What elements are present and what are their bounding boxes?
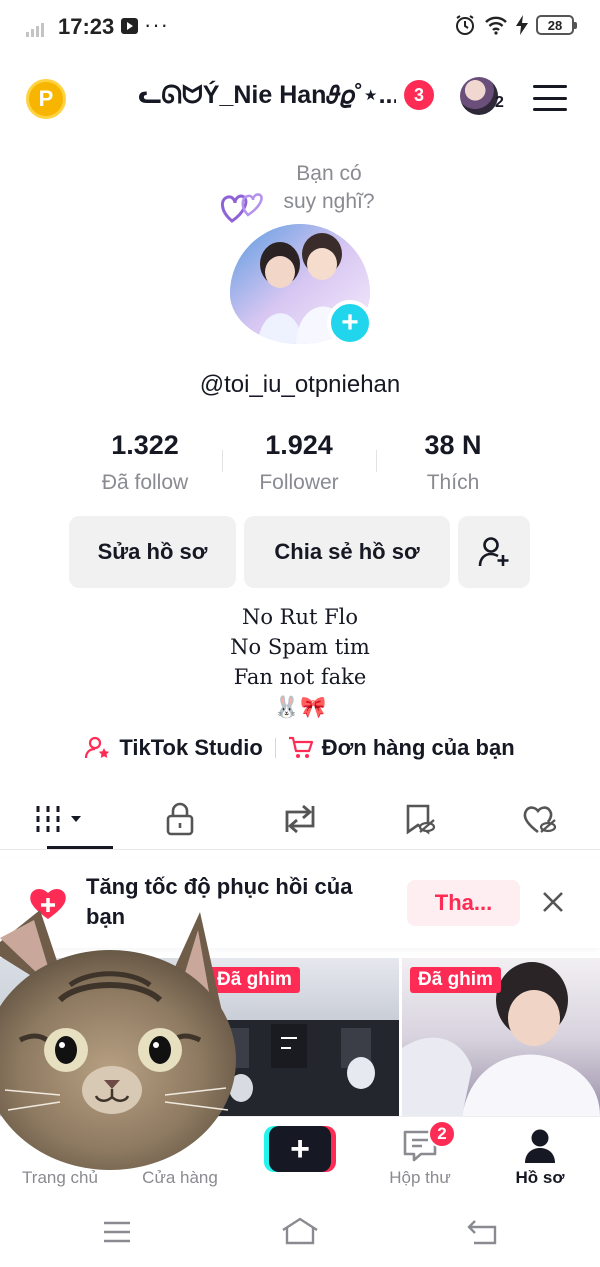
stat-value: 38 N	[424, 430, 482, 460]
tiktok-studio-label: TikTok Studio	[119, 735, 263, 760]
youtube-icon	[121, 18, 138, 34]
nav-inbox[interactable]: Hộp thư	[360, 1117, 480, 1201]
tab-videos[interactable]	[0, 788, 120, 849]
stat-value: 1.322	[111, 430, 179, 460]
stat-label: Follower	[259, 471, 339, 494]
alarm-icon	[456, 15, 474, 35]
wifi-icon	[485, 16, 507, 35]
bookmark-hidden-icon	[406, 804, 436, 834]
menu-icon[interactable]	[533, 85, 567, 111]
stat-label: Đã follow	[101, 471, 189, 494]
battery-level: 28	[547, 17, 563, 33]
account-switcher[interactable]: ᓚᘏᗢÝ_Nie Han𝜗𝜚˚⋆... 3	[138, 80, 434, 110]
recent-apps-icon[interactable]	[102, 1220, 132, 1244]
status-time: 17:23	[58, 14, 115, 39]
tab-liked[interactable]	[480, 788, 600, 849]
profile-stats: 1.322 Đã follow 1.924 Follower 38 N Thíc…	[68, 430, 532, 495]
cart-icon	[288, 736, 313, 758]
home-icon[interactable]	[280, 1216, 320, 1246]
profile-links: TikTok Studio Đơn hàng của bạn	[0, 735, 600, 761]
tab-reposts[interactable]	[240, 788, 360, 849]
stat-followers[interactable]: 1.924 Follower	[222, 430, 376, 495]
thought-bubble[interactable]: Bạn có suy nghĩ?	[274, 158, 384, 218]
stat-value: 1.924	[265, 430, 333, 460]
tab-favorites[interactable]	[360, 788, 480, 849]
coin-label: P	[38, 86, 54, 111]
lock-icon	[166, 802, 194, 835]
orders-label: Đơn hàng của bạn	[321, 735, 515, 760]
account-count: 2	[495, 94, 504, 111]
bio-line: Fan not fake	[233, 665, 367, 689]
status-overflow: ···	[144, 12, 169, 37]
heart-hidden-icon	[523, 805, 557, 833]
create-button[interactable]: +	[264, 1126, 336, 1172]
cat-sticker[interactable]	[0, 890, 236, 1180]
repost-icon	[285, 804, 315, 833]
signal-icon	[26, 23, 44, 37]
plus-icon: +	[341, 306, 359, 339]
bio-line: 🐰🎀	[273, 695, 327, 719]
share-profile-button[interactable]: Chia sẻ hồ sơ	[244, 516, 450, 588]
plus-icon: +	[269, 1126, 331, 1172]
username[interactable]: ᓚᘏᗢÝ_Nie Han𝜗𝜚˚⋆...	[138, 80, 396, 110]
profile-icon	[525, 1129, 555, 1163]
tab-private[interactable]	[120, 788, 240, 849]
profile-actions: Sửa hồ sơ Chia sẻ hồ sơ	[69, 516, 530, 588]
battery-icon: 28	[536, 15, 577, 35]
orders-link[interactable]: Đơn hàng của bạn	[276, 735, 527, 761]
stat-label: Thích	[426, 471, 480, 494]
stat-likes[interactable]: 38 N Thích	[376, 430, 530, 495]
profile-handle: @toi_iu_otpniehan	[199, 371, 401, 398]
coin-icon[interactable]: P	[26, 79, 66, 119]
close-icon[interactable]	[540, 889, 566, 915]
nav-inbox-label: Hộp thư	[389, 1168, 451, 1187]
video-thumbnail[interactable]: Đã ghim	[402, 958, 600, 1116]
nav-profile[interactable]: Hồ sơ	[480, 1117, 600, 1201]
account-avatar[interactable]	[460, 77, 498, 115]
content-tabs	[0, 788, 600, 850]
add-story-button[interactable]: +	[327, 300, 373, 346]
bio-line: No Rut Flo	[241, 605, 359, 629]
heart-doodle-icon	[221, 193, 263, 223]
notification-badge: 3	[404, 80, 434, 110]
tiktok-studio-link[interactable]: TikTok Studio	[73, 735, 274, 761]
inbox-badge: 2	[428, 1120, 456, 1148]
edit-profile-button[interactable]: Sửa hồ sơ	[69, 516, 236, 588]
add-friend-button[interactable]	[458, 516, 530, 588]
nav-profile-label: Hồ sơ	[515, 1168, 565, 1187]
bio-line: No Spam tim	[230, 635, 370, 659]
back-icon[interactable]	[466, 1218, 498, 1246]
grid-icon	[36, 805, 81, 832]
charging-icon	[516, 15, 528, 35]
stat-following[interactable]: 1.322 Đã follow	[68, 430, 222, 495]
add-user-icon	[478, 537, 509, 567]
studio-icon	[85, 736, 110, 759]
profile-bio: No Rut Flo No Spam tim Fan not fake 🐰🎀	[0, 602, 600, 722]
status-bar: 17:23 ··· 28	[0, 0, 600, 56]
pinned-badge: Đã ghim	[410, 967, 501, 993]
system-navigation-bar	[0, 1200, 600, 1267]
profile-header: P ᓚᘏᗢÝ_Nie Han𝜗𝜚˚⋆... 3 2	[0, 56, 600, 140]
banner-action-button[interactable]: Tha...	[407, 880, 520, 926]
